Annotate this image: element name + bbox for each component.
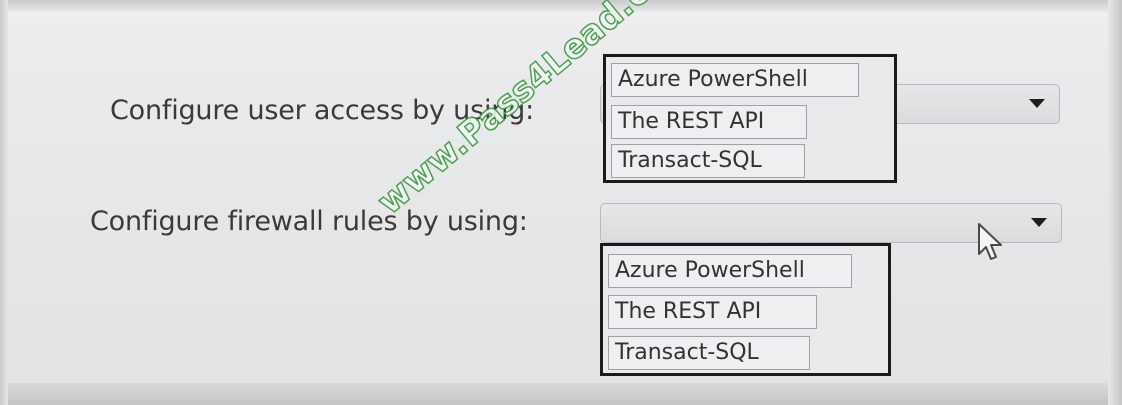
bezel-left xyxy=(0,0,8,405)
chevron-down-icon[interactable] xyxy=(1031,218,1047,227)
chevron-down-icon[interactable] xyxy=(1029,99,1045,108)
firewall-option-transact-sql[interactable]: Transact-SQL xyxy=(608,336,810,370)
bezel-right xyxy=(1108,0,1122,405)
mouse-pointer-icon xyxy=(978,223,1002,260)
bezel-top xyxy=(0,0,1122,12)
firewall-option-azure-powershell[interactable]: Azure PowerShell xyxy=(608,254,852,288)
firewall-rules-answer-box: Azure PowerShell The REST API Transact-S… xyxy=(600,243,891,376)
bezel-bottom xyxy=(0,383,1122,405)
firewall-rules-label: Configure firewall rules by using: xyxy=(90,206,528,237)
user-access-label: Configure user access by using: xyxy=(110,95,535,126)
user-access-option-rest-api[interactable]: The REST API xyxy=(611,105,807,139)
user-access-option-transact-sql[interactable]: Transact-SQL xyxy=(611,144,805,178)
firewall-option-rest-api[interactable]: The REST API xyxy=(608,295,817,329)
user-access-answer-box: Azure PowerShell The REST API Transact-S… xyxy=(603,54,897,183)
user-access-option-azure-powershell[interactable]: Azure PowerShell xyxy=(611,63,859,97)
